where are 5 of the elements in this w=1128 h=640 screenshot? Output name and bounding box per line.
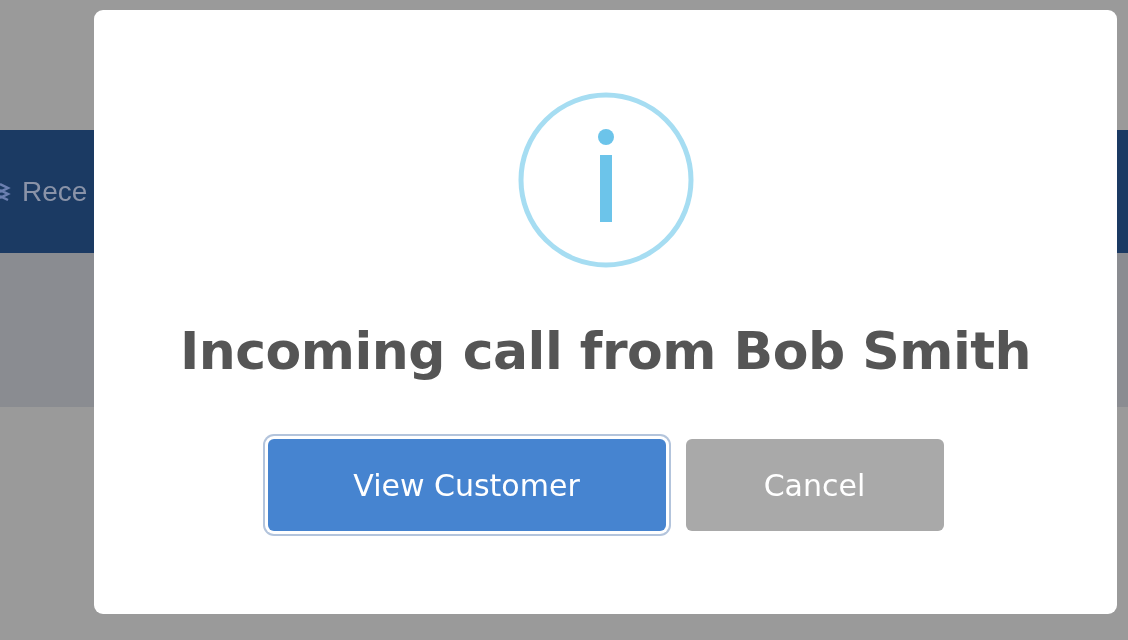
cancel-button[interactable]: Cancel [685, 439, 944, 531]
layers-icon [0, 180, 12, 203]
dialog-title: Incoming call from Bob Smith [179, 321, 1032, 381]
info-icon [516, 91, 695, 269]
header-title: Rece [22, 175, 88, 208]
